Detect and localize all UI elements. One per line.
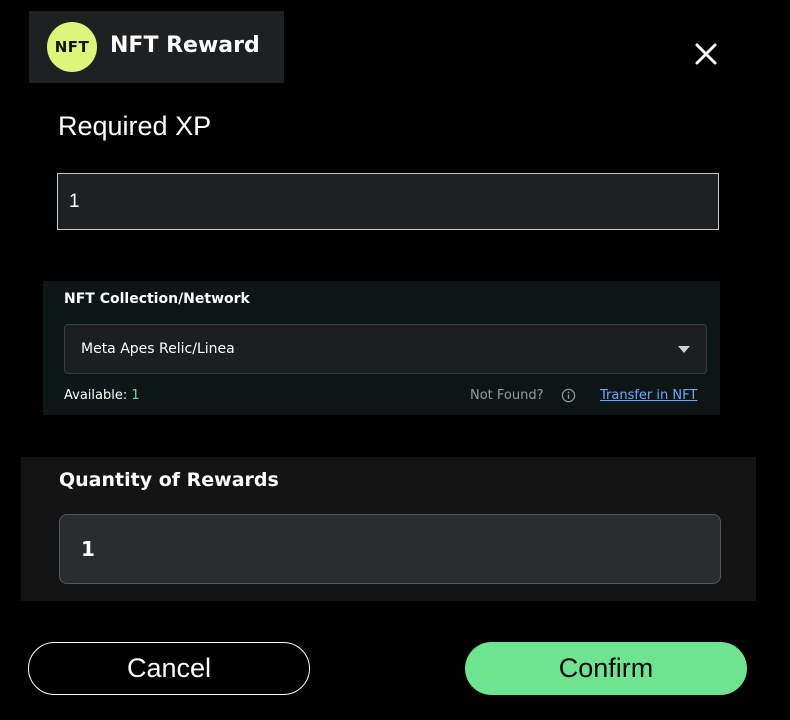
caret-down-icon	[678, 346, 690, 353]
confirm-button[interactable]: Confirm	[465, 642, 747, 695]
dialog-header: NFT NFT Reward	[29, 11, 284, 83]
required-xp-input[interactable]	[57, 173, 719, 230]
quantity-label: Quantity of Rewards	[59, 469, 279, 491]
available-count: 1	[131, 388, 140, 403]
not-found-text: Not Found?	[470, 388, 544, 403]
required-xp-label: Required XP	[58, 111, 212, 141]
close-icon	[695, 43, 717, 65]
quantity-panel: Quantity of Rewards	[21, 457, 756, 601]
quantity-input[interactable]	[59, 514, 721, 584]
nft-collection-selected-value: Meta Apes Relic/Linea	[81, 341, 235, 357]
dialog-title: NFT Reward	[110, 33, 260, 58]
transfer-in-nft-link[interactable]: Transfer in NFT	[600, 388, 697, 403]
info-icon[interactable]	[561, 388, 576, 403]
cancel-button[interactable]: Cancel	[28, 642, 310, 695]
nft-badge-icon: NFT	[47, 22, 97, 72]
close-button[interactable]	[690, 38, 722, 70]
nft-collection-select[interactable]: Meta Apes Relic/Linea	[64, 324, 707, 374]
available-count-text: Available: 1	[64, 388, 140, 403]
nft-collection-label: NFT Collection/Network	[64, 291, 250, 307]
nft-reward-dialog: NFT NFT Reward Required XP NFT Collectio…	[0, 0, 790, 720]
nft-collection-panel: NFT Collection/Network Meta Apes Relic/L…	[43, 281, 720, 415]
available-label: Available:	[64, 388, 132, 403]
